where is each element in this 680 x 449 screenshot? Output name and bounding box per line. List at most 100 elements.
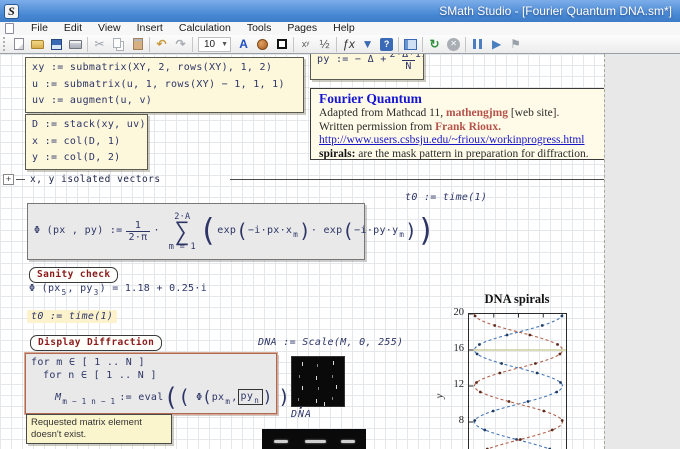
dna-diffraction-image[interactable] [291, 356, 345, 407]
formula-block-py[interactable]: py := − Δ + 2·Δ·11 N [310, 54, 424, 80]
menu-item-calculation[interactable]: Calculation [171, 22, 239, 35]
dna-spirals-chart[interactable] [468, 313, 567, 449]
data-point [479, 391, 482, 394]
cut-icon[interactable]: ✂ [90, 36, 109, 52]
formula-block-stack[interactable]: D := stack(xy, uv) x := col(D, 1) y := c… [25, 114, 148, 170]
dna-assignment[interactable]: DNA := Scale(M, 0, 255) [258, 337, 403, 348]
debug-icon[interactable]: ⚑ [506, 36, 525, 52]
menu-bar: FileEditViewInsertCalculationToolsPagesH… [0, 22, 680, 35]
copy-icon[interactable] [109, 36, 128, 52]
play-icon[interactable]: ▶ [487, 36, 506, 52]
data-point [483, 429, 486, 432]
title-bar[interactable]: S SMath Studio - [Fourier Quantum DNA.sm… [0, 0, 680, 22]
menu-item-insert[interactable]: Insert [129, 22, 171, 35]
open-paren: ( [178, 390, 190, 404]
t0-first[interactable]: t0 := time(1) [405, 192, 487, 203]
display-diffraction-label[interactable]: Display Diffraction [30, 335, 162, 351]
subscript: m [399, 227, 404, 244]
stop-icon[interactable]: ✕ [444, 36, 463, 52]
font-color-icon[interactable]: A [234, 36, 253, 52]
data-point [527, 400, 530, 403]
font-size-select[interactable]: 10▼ [198, 37, 231, 52]
background-color-icon[interactable] [253, 36, 272, 52]
panel-icon[interactable] [401, 36, 420, 52]
series-spiral-1 [474, 314, 562, 449]
recalculate-icon[interactable]: ↻ [425, 36, 444, 52]
data-point [561, 419, 564, 422]
diffraction-dot [316, 399, 317, 403]
y-tick-label: 8 [440, 415, 464, 426]
phi-evaluation[interactable]: Φ (px5 , py3) = 1.18 + 0.25·i [29, 283, 207, 294]
data-point [493, 324, 496, 327]
fraction-icon[interactable]: ½ [315, 36, 334, 52]
data-point [541, 324, 544, 327]
exp-arg: −i·px·x [248, 223, 292, 240]
y-tick-label: 16 [440, 343, 464, 354]
pause-icon[interactable] [468, 36, 487, 52]
formula-line: uv := augment(u, v) [32, 93, 297, 110]
print-icon[interactable] [66, 36, 85, 52]
close-paren: ) [417, 223, 435, 240]
dropdown-arrow-icon[interactable]: ▼ [221, 41, 228, 48]
sigma-icon: ∑ [175, 222, 190, 242]
frioux-link[interactable]: http://www.users.csbsju.edu/~frioux/work… [319, 134, 584, 146]
exp-arg: −i·py·y [354, 223, 398, 240]
close-paren: ) [278, 390, 290, 404]
menu-item-file[interactable]: File [23, 22, 56, 35]
function-icon[interactable]: ƒx [339, 36, 358, 52]
undo-icon[interactable]: ↶ [152, 36, 171, 52]
data-point [478, 343, 481, 346]
paste-icon[interactable] [128, 36, 147, 52]
for-loop-block[interactable]: for m ∈ [ 1 .. N ] for n ∈ [ 1 .. N ] M … [25, 353, 277, 414]
chart-title: DNA spirals [456, 292, 578, 307]
menu-item-view[interactable]: View [90, 22, 129, 35]
border-toggle-icon[interactable] [272, 36, 291, 52]
section-label: x, y isolated vectors [30, 174, 161, 185]
document-icon[interactable] [5, 23, 14, 34]
help-box-icon[interactable]: ? [377, 36, 396, 52]
phi-lhs: Φ (px , py) := [34, 223, 123, 240]
t0-second[interactable]: t0 := time(1) [27, 310, 117, 323]
fourier-quantum-note[interactable]: Fourier Quantum Adapted from Mathcad 11,… [310, 88, 605, 160]
save-icon[interactable] [47, 36, 66, 52]
open-paren: ( [236, 223, 248, 240]
diffraction-strip-image[interactable] [262, 429, 366, 449]
diffraction-dot [317, 364, 318, 367]
toolbar-separator [398, 37, 399, 52]
redo-icon[interactable]: ↷ [171, 36, 190, 52]
formula-line: y := col(D, 2) [32, 150, 141, 167]
phi-definition[interactable]: Φ (px , py) := 1 2·π · 2·A ∑ m = 1 ( exp… [27, 203, 365, 260]
worksheet-canvas[interactable]: xy := submatrix(XY, 2, rows(XY), 1, 2) u… [0, 54, 680, 449]
menu-item-tools[interactable]: Tools [239, 22, 280, 35]
matrix-assignment-line: M m − 1 n − 1 := eval ( ( Φ ( px m , pyn… [31, 382, 271, 412]
data-point [475, 381, 478, 384]
filter-icon[interactable]: ▼ [358, 36, 377, 52]
new-page-icon[interactable] [9, 36, 28, 52]
menu-item-pages[interactable]: Pages [279, 22, 325, 35]
menu-item-help[interactable]: Help [325, 22, 363, 35]
formula-block-submatrix[interactable]: xy := submatrix(XY, 2, rows(XY), 1, 2) u… [25, 57, 304, 113]
formula-lhs: py := − Δ + [317, 54, 387, 69]
diffraction-dot [302, 362, 303, 366]
section-expand-button[interactable]: + [3, 174, 14, 185]
section-dash [16, 179, 25, 180]
toolbar-separator [465, 37, 466, 52]
data-point [555, 391, 558, 394]
diffraction-dot [332, 375, 333, 378]
data-point [506, 334, 509, 337]
superscript-icon[interactable]: xʸ [296, 36, 315, 52]
toolbar-separator [422, 37, 423, 52]
subscript: m [293, 227, 298, 244]
open-icon[interactable] [28, 36, 47, 52]
diffraction-dot [298, 398, 299, 401]
menu-item-edit[interactable]: Edit [56, 22, 90, 35]
sanity-check-label[interactable]: Sanity check [29, 267, 118, 283]
data-point [474, 315, 477, 318]
data-point [529, 334, 532, 337]
diffraction-dot [299, 375, 300, 378]
data-point [559, 353, 562, 356]
selected-term[interactable]: pyn [238, 389, 263, 405]
open-paren: ( [342, 223, 354, 240]
chart-y-axis-label: y [433, 394, 445, 399]
for-line-1: for m ∈ [ 1 .. N ] [31, 356, 271, 369]
